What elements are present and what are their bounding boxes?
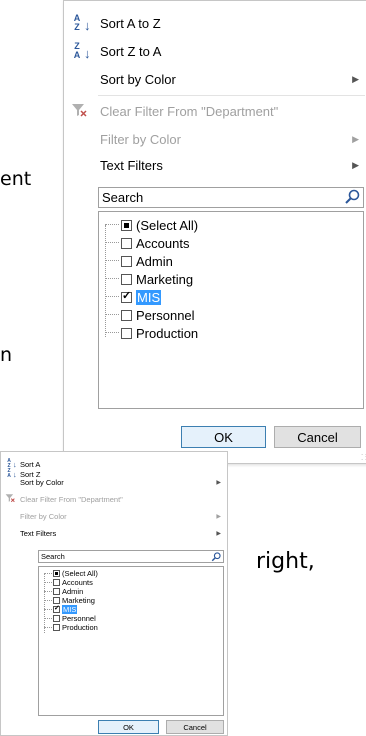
sort-by-color-item[interactable]: Sort by Color ▶ [64,65,366,93]
filter-by-color-label: Filter by Color [20,511,67,521]
list-item-label: Admin [136,253,173,269]
checkbox[interactable] [121,273,132,285]
submenu-arrow-icon: ▶ [352,73,359,84]
checkbox[interactable] [53,579,60,586]
ok-button[interactable]: OK [181,426,266,448]
checkbox-partial[interactable] [53,570,60,577]
ok-button[interactable]: OK [98,720,159,734]
filter-dropdown-large: A Z ↓ Sort A to Z Z A ↓ Sort Z to A Sort by … [63,0,366,464]
text-filters-label: Text Filters [100,157,163,173]
list-item-label: Personnel [136,307,195,323]
list-item-mis[interactable]: MIS [105,288,162,306]
text-filters-label: Text Filters [20,528,57,538]
background-text-ent: ent [0,168,32,190]
checkbox[interactable] [53,615,60,622]
cancel-button[interactable]: Cancel [166,720,224,734]
list-item-label: MIS [62,605,78,614]
text-filters-item[interactable]: Text Filters ▶ [64,151,366,179]
list-item-production[interactable]: Production [44,623,98,632]
clear-filter-label: Clear Filter From "Department" [20,494,123,504]
list-item-mis[interactable]: MIS [44,604,78,614]
sort-by-color-label: Sort by Color [20,477,64,487]
list-item-admin[interactable]: Admin [44,587,83,596]
checkbox-partial[interactable] [121,219,132,231]
sort-by-color-label: Sort by Color [100,71,176,87]
checkbox[interactable] [53,588,60,595]
list-item-label: Admin [62,587,84,596]
list-item-marketing[interactable]: Marketing [44,596,95,605]
list-item-personnel[interactable]: Personnel [44,614,96,623]
filter-by-color-label: Filter by Color [100,131,181,147]
checkbox[interactable] [53,624,60,631]
filter-by-color-item[interactable]: Filter by Color ▶ [1,508,227,524]
sort-ascending-icon: A Z ↓ [73,12,91,33]
list-item-personnel[interactable]: Personnel [105,306,195,324]
submenu-arrow-icon: ▶ [352,133,359,144]
list-item-accounts[interactable]: Accounts [44,578,93,587]
sort-a-to-z-label: Sort A to Z [100,15,161,31]
list-item-label: Accounts [136,235,190,251]
sort-z-to-a-label: Sort Z to A [100,43,162,59]
checkbox-checked[interactable] [53,604,60,613]
list-item-label: Production [62,623,98,632]
search-input[interactable]: Search [38,550,224,563]
list-item-label: Accounts [62,578,93,587]
checkbox[interactable] [121,309,132,321]
sort-descending-icon: Z A ↓ [73,40,91,61]
search-icon [211,552,221,562]
checkbox[interactable] [121,255,132,267]
background-text-n: n [0,344,13,366]
background-text-right: right, [256,549,315,574]
sort-z-to-a-item[interactable]: Z A ↓ Sort Z to A [64,37,366,65]
search-placeholder: Search [102,190,144,205]
list-item-label: Marketing [136,271,194,287]
checkbox[interactable] [121,237,132,249]
clear-filter-icon [70,102,88,121]
submenu-arrow-icon: ▶ [216,479,221,486]
list-item-select-all[interactable]: (Select All) [105,216,198,234]
list-item-label: (Select All) [136,217,199,233]
list-item-label: Personnel [62,614,96,623]
text-filters-item[interactable]: Text Filters ▶ [1,525,227,541]
clear-filter-item[interactable]: Clear Filter From "Department" [64,97,366,125]
search-icon [345,189,360,204]
filter-values-list: (Select All) Accounts Admin Marketing MI… [98,211,364,409]
list-item-label: (Select All) [62,569,98,578]
filter-by-color-item[interactable]: Filter by Color ▶ [64,125,366,153]
checkbox-checked[interactable] [121,289,132,303]
cancel-button[interactable]: Cancel [274,426,361,448]
search-input[interactable]: Search [98,187,364,208]
list-item-label: Production [136,325,199,341]
checkbox[interactable] [121,327,132,339]
submenu-arrow-icon: ▶ [216,513,221,520]
filter-values-list: (Select All) Accounts Admin Marketing MI… [38,566,224,716]
submenu-arrow-icon: ▶ [352,159,359,170]
list-item-admin[interactable]: Admin [105,252,173,270]
clear-filter-icon [5,493,15,505]
search-placeholder: Search [41,552,65,561]
separator [98,95,365,96]
list-item-accounts[interactable]: Accounts [105,234,189,252]
checkbox[interactable] [53,597,60,604]
list-item-marketing[interactable]: Marketing [105,270,193,288]
sort-by-color-item[interactable]: Sort by Color ▶ [1,474,227,490]
resize-grip-icon[interactable]: . .. : [361,450,366,462]
clear-filter-item[interactable]: Clear Filter From "Department" [1,491,227,507]
list-item-production[interactable]: Production [105,324,198,342]
submenu-arrow-icon: ▶ [216,530,221,537]
list-item-label: MIS [136,289,162,305]
filter-dropdown-small: A Z ↓ Sort A Z A ↓ Sort Z Sort by Color ▶ Cl… [0,451,228,736]
clear-filter-label: Clear Filter From "Department" [100,103,279,119]
sort-a-to-z-item[interactable]: A Z ↓ Sort A to Z [64,9,366,37]
list-item-select-all[interactable]: (Select All) [44,569,98,578]
list-item-label: Marketing [62,596,95,605]
